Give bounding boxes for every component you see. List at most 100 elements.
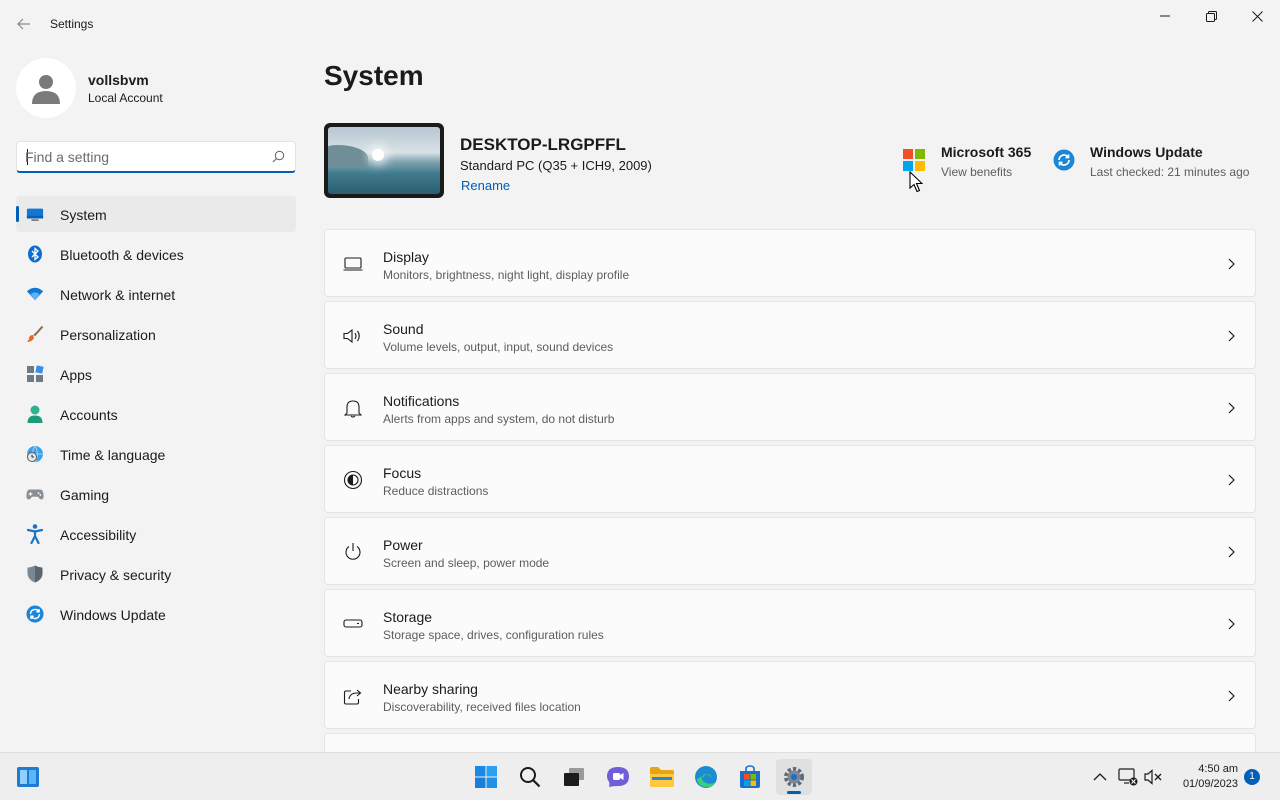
close-icon (1251, 10, 1263, 22)
gamepad-icon (26, 485, 44, 503)
chat-icon (607, 767, 629, 787)
promo-subtitle: Last checked: 21 minutes ago (1090, 165, 1250, 179)
card-title: Notifications (383, 393, 460, 409)
user-avatar-icon (32, 75, 60, 104)
restore-button[interactable] (1188, 0, 1234, 32)
edge-browser-button[interactable] (688, 759, 724, 795)
widgets-button[interactable] (10, 759, 46, 795)
chevron-up-icon (1093, 773, 1107, 781)
minimize-icon (1160, 15, 1170, 17)
sidebar-item-label: Network & internet (60, 287, 176, 303)
windows-logo-icon (475, 766, 497, 788)
account-type: Local Account (88, 91, 163, 105)
restore-icon (1205, 10, 1217, 22)
sidebar-item-personalization[interactable]: Personalization (16, 316, 296, 352)
sidebar-item-system[interactable]: System (16, 196, 296, 232)
settings-card-sound[interactable]: Sound Volume levels, output, input, soun… (324, 301, 1256, 369)
task-view-icon (564, 768, 584, 786)
sidebar-item-label: Time & language (60, 447, 166, 463)
close-button[interactable] (1234, 0, 1280, 32)
sidebar-item-label: Apps (60, 367, 92, 383)
window-title: Settings (50, 17, 94, 31)
accessibility-icon (26, 524, 44, 544)
back-button[interactable] (8, 10, 40, 38)
settings-card-partial[interactable] (324, 733, 1256, 752)
wallpaper-sun (372, 149, 384, 161)
sidebar-item-accounts[interactable]: Accounts (16, 396, 296, 432)
card-title: Storage (383, 609, 433, 625)
windows-update-promo[interactable]: Windows Update Last checked: 21 minutes … (1053, 143, 1263, 183)
chevron-right-icon (1228, 546, 1235, 558)
notification-badge[interactable]: 1 (1244, 769, 1260, 785)
wifi-icon (26, 285, 44, 303)
settings-card-nearby-sharing[interactable]: Nearby sharing Discoverability, received… (324, 661, 1256, 729)
show-hidden-icons-button[interactable] (1090, 767, 1110, 787)
task-view-button[interactable] (556, 759, 592, 795)
share-icon (343, 686, 363, 706)
user-profile[interactable]: vollsbvm Local Account (16, 58, 296, 118)
back-arrow-icon (17, 18, 30, 30)
settings-app-button[interactable] (776, 759, 812, 795)
sidebar-item-bluetooth[interactable]: Bluetooth & devices (16, 236, 296, 272)
settings-card-notifications[interactable]: Notifications Alerts from apps and syste… (324, 373, 1256, 441)
card-title: Focus (383, 465, 422, 481)
minimize-button[interactable] (1142, 0, 1188, 32)
card-title: Display (383, 249, 429, 265)
search-box[interactable] (16, 141, 296, 173)
mouse-cursor-icon (909, 171, 923, 193)
start-button[interactable] (468, 759, 504, 795)
chevron-right-icon (1228, 618, 1235, 630)
network-tray-button[interactable] (1118, 767, 1138, 787)
monitor-icon (26, 205, 44, 223)
teams-chat-button[interactable] (600, 759, 636, 795)
card-subtitle: Screen and sleep, power mode (383, 556, 550, 570)
chevron-right-icon (1228, 330, 1235, 342)
taskbar-clock[interactable]: 4:50 am 01/09/2023 (1168, 762, 1238, 792)
search-icon (520, 767, 541, 788)
sidebar-item-network[interactable]: Network & internet (16, 276, 296, 312)
settings-card-display[interactable]: Display Monitors, brightness, night ligh… (324, 229, 1256, 297)
promo-title: Windows Update (1090, 144, 1203, 160)
sidebar-item-label: Privacy & security (60, 567, 172, 583)
sidebar-item-privacy[interactable]: Privacy & security (16, 556, 296, 592)
sidebar-item-accessibility[interactable]: Accessibility (16, 516, 296, 552)
volume-tray-button[interactable] (1143, 767, 1163, 787)
globe-clock-icon (26, 445, 44, 463)
desktop-wallpaper-thumbnail[interactable] (324, 123, 444, 198)
taskbar-search-button[interactable] (512, 759, 548, 795)
settings-card-focus[interactable]: Focus Reduce distractions (324, 445, 1256, 513)
search-input[interactable] (25, 147, 265, 167)
sidebar-item-label: Windows Update (60, 607, 166, 623)
store-icon (740, 765, 760, 788)
search-icon[interactable] (272, 150, 285, 163)
card-subtitle: Volume levels, output, input, sound devi… (383, 340, 614, 354)
sidebar-item-gaming[interactable]: Gaming (16, 476, 296, 512)
sidebar-item-label: Accounts (60, 407, 118, 423)
card-subtitle: Alerts from apps and system, do not dist… (383, 412, 615, 426)
settings-card-power[interactable]: Power Screen and sleep, power mode (324, 517, 1256, 585)
device-info: DESKTOP-LRGPFFL Standard PC (Q35 + ICH9,… (324, 123, 884, 199)
settings-card-storage[interactable]: Storage Storage space, drives, configura… (324, 589, 1256, 657)
rename-link[interactable]: Rename (461, 178, 510, 193)
chevron-right-icon (1228, 258, 1235, 270)
focus-icon (343, 470, 363, 490)
bluetooth-icon (26, 245, 44, 263)
shield-icon (26, 565, 44, 583)
microsoft-store-button[interactable] (732, 759, 768, 795)
sidebar-item-label: Gaming (60, 487, 110, 503)
sidebar-item-apps[interactable]: Apps (16, 356, 296, 392)
person-icon (26, 405, 44, 423)
microsoft-logo-icon (903, 149, 925, 171)
sidebar-item-label: System (60, 207, 107, 223)
file-explorer-button[interactable] (644, 759, 680, 795)
avatar (16, 58, 76, 118)
title-bar: Settings (0, 0, 1280, 48)
chevron-right-icon (1228, 690, 1235, 702)
microsoft-365-promo[interactable]: Microsoft 365 View benefits (903, 143, 1043, 183)
page-title: System (324, 60, 424, 91)
card-title: Sound (383, 321, 424, 337)
sidebar-item-time-language[interactable]: Time & language (16, 436, 296, 472)
user-name: vollsbvm (88, 72, 149, 88)
sidebar-item-windows-update[interactable]: Windows Update (16, 596, 296, 632)
gear-icon (784, 767, 804, 787)
